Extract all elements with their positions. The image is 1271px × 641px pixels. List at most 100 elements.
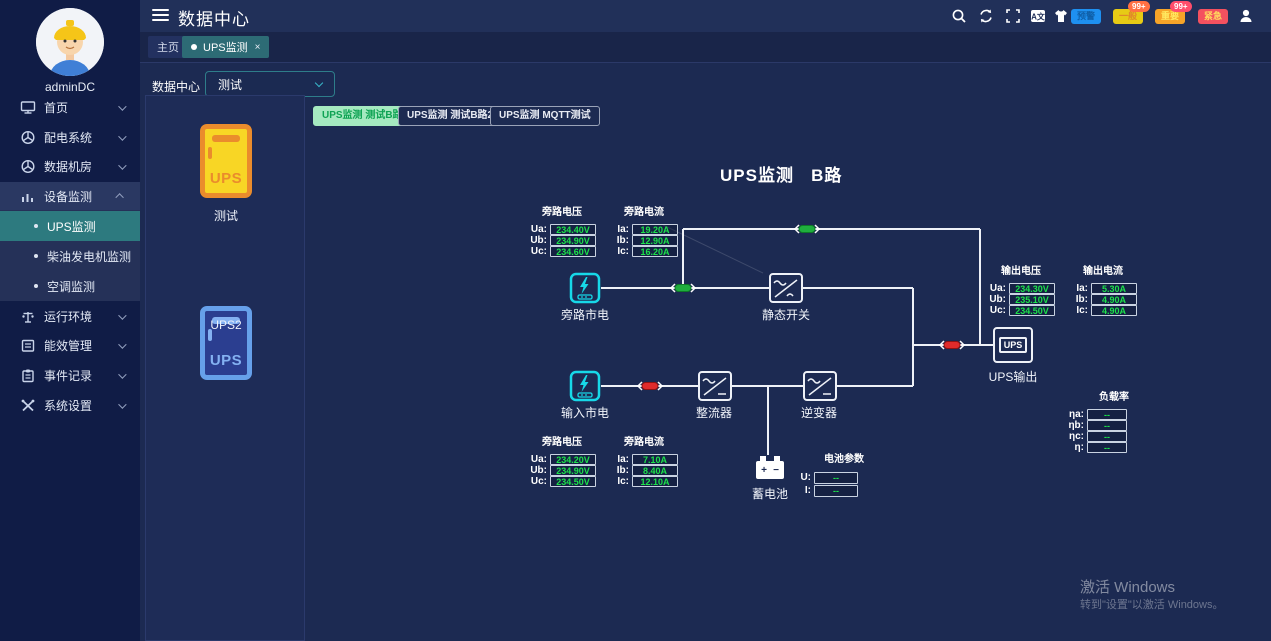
node-label-rectifier: 整流器 — [674, 404, 754, 421]
bullet-icon — [34, 254, 38, 258]
sidebar-item-energy[interactable]: 能效管理 — [0, 331, 140, 360]
page-tab-bar: 主页 UPS监测 × — [140, 32, 1271, 62]
general-count-badge: 99+ — [1128, 1, 1150, 12]
chevron-down-icon — [118, 340, 126, 348]
windows-activation-watermark-sub: 转到"设置"以激活 Windows。 — [1080, 596, 1224, 612]
ups-device-name: 测试 — [146, 207, 306, 224]
windows-activation-watermark: 激活 Windows — [1080, 576, 1175, 597]
user-icon[interactable] — [1238, 8, 1254, 24]
ups-vent-icon — [212, 135, 240, 142]
chevron-up-icon — [115, 193, 123, 201]
value-box: 234.40V — [550, 224, 596, 235]
sidebar-item-settings[interactable]: 系统设置 — [0, 391, 140, 420]
value-box: 4.90A — [1091, 305, 1137, 316]
svg-text:A文: A文 — [1031, 12, 1046, 22]
value-box: 8.40A — [632, 465, 678, 476]
tools-icon — [20, 398, 36, 413]
power-distribution-icon — [20, 130, 36, 145]
app-root: adminDC 首页 配电系统 数据机房 设备监测 UPS监测 柴 — [0, 0, 1271, 641]
block-title: 旁路电压 — [528, 203, 596, 218]
refresh-icon[interactable] — [978, 8, 994, 24]
diagram-wires — [310, 95, 1271, 641]
ups-device-test[interactable]: UPS — [200, 124, 252, 198]
value-box: 234.50V — [1009, 305, 1055, 316]
block-title: 负载率 — [1083, 388, 1145, 403]
sidebar-item-label: 设备监测 — [44, 188, 92, 205]
value-box: 5.30A — [1091, 283, 1137, 294]
input-mains-icon[interactable] — [569, 370, 601, 402]
value-box: 234.50V — [550, 476, 596, 487]
environment-icon — [20, 309, 36, 324]
value-box: -- — [1087, 409, 1127, 420]
diagram-area: UPS监测 测试B路 UPS监测 测试B路2 UPS监测 MQTT测试 UPS监… — [310, 95, 1271, 641]
sidebar-item-aircon-monitoring[interactable]: 空调监测 — [0, 271, 140, 301]
energy-doc-icon — [20, 338, 36, 353]
sidebar-item-home[interactable]: 首页 — [0, 93, 140, 122]
battery-icon[interactable]: + − — [753, 453, 787, 483]
username: adminDC — [0, 80, 140, 94]
sidebar-item-label: 系统设置 — [44, 397, 92, 414]
bypass-top-measurements: 旁路电压 Ua:234.40V Ub:234.90V Uc:234.60V 旁路… — [528, 203, 678, 257]
tab-ups-monitoring[interactable]: UPS监测 × — [182, 36, 269, 58]
sidebar-item-ups-monitoring[interactable]: UPS监测 — [0, 211, 140, 241]
ups-device-name: UPS2 — [146, 318, 306, 332]
alert-button-urgent[interactable]: 紧急 — [1198, 9, 1228, 24]
hamburger-menu-icon[interactable] — [152, 9, 169, 23]
sidebar-item-label: 数据机房 — [44, 158, 92, 175]
fullscreen-icon[interactable] — [1005, 8, 1021, 24]
avatar[interactable] — [36, 8, 104, 76]
ups-slot-icon — [208, 147, 212, 159]
value-box: 16.20A — [632, 246, 678, 257]
node-label-inverter: 逆变器 — [779, 404, 859, 421]
tab-close-icon[interactable]: × — [255, 42, 261, 53]
value-box: -- — [814, 472, 858, 484]
bypass-mains-icon[interactable] — [569, 272, 601, 304]
search-icon[interactable] — [951, 8, 967, 24]
rectifier-icon[interactable] — [698, 371, 732, 401]
chevron-down-icon — [315, 79, 323, 87]
avatar-engineer-icon — [36, 8, 104, 76]
chevron-down-icon — [118, 161, 126, 169]
sidebar-item-diesel-monitoring[interactable]: 柴油发电机监测 — [0, 241, 140, 271]
tab-label: 主页 — [157, 39, 179, 55]
block-title: 输出电流 — [1069, 262, 1137, 277]
bullet-icon — [34, 224, 38, 228]
clipboard-icon — [20, 368, 36, 383]
inverter-icon[interactable] — [803, 371, 837, 401]
battery-params-block: 电池参数 U:-- I:-- — [798, 450, 874, 497]
switch-off-indicator — [638, 341, 964, 390]
sidebar-item-events[interactable]: 事件记录 — [0, 361, 140, 390]
bypass-bottom-measurements: 旁路电压 Ua:234.20V Ub:234.90V Uc:234.50V 旁路… — [528, 433, 678, 487]
header-bar: 数据中心 A文 预警 一般 99+ 重要 99+ 紧急 — [140, 0, 1271, 32]
monitor-icon — [20, 100, 36, 115]
sidebar-item-label: 首页 — [44, 99, 68, 116]
load-rate-block: 负载率 ηa:-- ηb:-- ηc:-- η:-- — [1065, 388, 1145, 453]
value-box: -- — [1087, 420, 1127, 431]
value-box: 234.30V — [1009, 283, 1055, 294]
datacenter-select-label: 数据中心 — [152, 78, 200, 95]
sidebar-item-power-system[interactable]: 配电系统 — [0, 123, 140, 152]
svg-text:+: + — [761, 465, 767, 476]
value-box: 12.10A — [632, 476, 678, 487]
sidebar-item-device-monitoring[interactable]: 设备监测 — [0, 182, 140, 210]
chevron-down-icon — [118, 311, 126, 319]
shirt-icon[interactable] — [1053, 8, 1069, 24]
alert-button-warning[interactable]: 预警 — [1071, 9, 1101, 24]
sidebar-item-data-room[interactable]: 数据机房 — [0, 152, 140, 181]
static-switch-icon[interactable] — [769, 273, 803, 303]
chevron-down-icon — [118, 370, 126, 378]
value-box: -- — [1087, 431, 1127, 442]
bar-chart-icon — [20, 189, 36, 204]
datacenter-select[interactable]: 测试 — [205, 71, 335, 97]
sidebar-item-label: 事件记录 — [44, 367, 92, 384]
value-box: 234.60V — [550, 246, 596, 257]
value-box: -- — [1087, 442, 1127, 453]
ups-output-text: UPS — [999, 337, 1028, 353]
chevron-down-icon — [118, 400, 126, 408]
sidebar-item-environment[interactable]: 运行环境 — [0, 302, 140, 331]
translate-icon[interactable]: A文 — [1030, 8, 1046, 24]
tab-dot-icon — [191, 44, 197, 50]
ups-output-icon[interactable]: UPS — [993, 327, 1033, 363]
value-box: 19.20A — [632, 224, 678, 235]
sidebar-subitem-label: 柴油发电机监测 — [47, 248, 131, 265]
